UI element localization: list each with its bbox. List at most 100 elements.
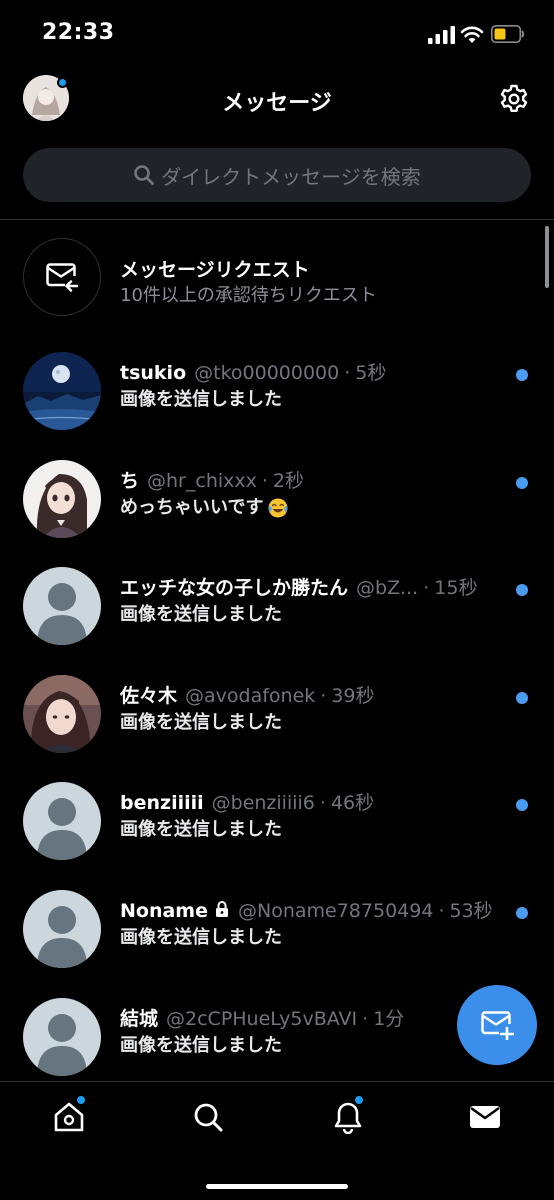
conversation-row[interactable]: tsukio @tko00000000 · 5秒 画像を送信しました bbox=[0, 336, 554, 444]
timestamp: 39秒 bbox=[331, 684, 375, 707]
gear-icon[interactable] bbox=[498, 83, 530, 115]
notification-badge-dot bbox=[354, 1095, 364, 1105]
default-avatar-icon bbox=[23, 782, 101, 861]
mail-request-icon bbox=[46, 263, 79, 292]
conversation-header: 佐々木 @avodafonek · 39秒 bbox=[120, 681, 375, 707]
new-message-icon bbox=[481, 1011, 514, 1040]
separator: · bbox=[319, 792, 326, 815]
timestamp: 1分 bbox=[373, 1007, 405, 1030]
conversation-row[interactable]: benziiiii @benziiiii6 · 46秒 画像を送信しました bbox=[0, 766, 554, 874]
home-indicator bbox=[206, 1184, 348, 1189]
sender-name: tsukio bbox=[120, 362, 187, 384]
photo-avatar bbox=[23, 674, 101, 753]
conversation-header: 結城 @2cCPHueLy5vBAVI · 1分 bbox=[120, 1004, 404, 1030]
sender-name: 結城 bbox=[120, 1007, 159, 1030]
anime-illustration-avatar bbox=[23, 459, 101, 538]
requests-subtitle: 10件以上の承認待ちリクエスト bbox=[120, 285, 377, 306]
separator: · bbox=[344, 362, 351, 384]
avatar[interactable] bbox=[23, 459, 101, 538]
message-preview: 画像を送信しました bbox=[120, 604, 282, 626]
home-badge-dot bbox=[76, 1095, 86, 1105]
home-icon[interactable] bbox=[52, 1100, 86, 1134]
unread-dot bbox=[516, 799, 528, 812]
search-input[interactable]: ダイレクトメッセージを検索 bbox=[23, 148, 531, 202]
separator: · bbox=[320, 684, 327, 707]
message-preview: 画像を送信しました bbox=[120, 926, 282, 948]
lock-icon bbox=[216, 900, 228, 917]
crying-laughing-face-icon bbox=[268, 498, 288, 518]
separator: · bbox=[423, 577, 430, 600]
wifi-icon bbox=[460, 26, 484, 43]
mail-icon[interactable] bbox=[468, 1100, 502, 1134]
page-title: メッセージ bbox=[222, 91, 332, 116]
unread-dot bbox=[516, 369, 528, 381]
conversation-row[interactable]: エッチな女の子しか勝たん @bZ... · 15秒 画像を送信しました bbox=[0, 551, 554, 659]
conversation-header: benziiiii @benziiiii6 · 46秒 bbox=[120, 788, 374, 814]
message-preview: 画像を送信しました bbox=[120, 819, 282, 841]
status-time: 22:33 bbox=[42, 20, 115, 45]
unread-dot bbox=[516, 691, 528, 704]
sender-name: エッチな女の子しか勝たん bbox=[120, 577, 349, 600]
bottom-navigation bbox=[0, 1081, 554, 1200]
sender-handle: @hr_chixxx bbox=[147, 469, 257, 492]
conversation-header: ち @hr_chixxx · 2秒 bbox=[120, 466, 304, 492]
message-preview: 画像を送信しました bbox=[120, 711, 282, 733]
sender-handle: @2cCPHueLy5vBAVI bbox=[166, 1007, 358, 1030]
search-icon bbox=[134, 165, 155, 185]
timestamp: 5秒 bbox=[355, 362, 387, 384]
scrollbar[interactable] bbox=[545, 226, 549, 288]
separator: · bbox=[362, 1007, 369, 1030]
moon-photo-avatar bbox=[23, 352, 101, 430]
default-avatar-icon bbox=[23, 567, 101, 646]
battery-icon bbox=[491, 25, 525, 43]
timestamp: 53秒 bbox=[449, 899, 493, 922]
conversation-header: Noname @Noname78750494 · 53秒 bbox=[120, 896, 493, 922]
sender-handle: @tko00000000 bbox=[194, 362, 340, 384]
avatar[interactable] bbox=[23, 352, 101, 430]
avatar[interactable] bbox=[23, 782, 101, 861]
dm-screen: 22:33 メッセージ ダイレクトメッセージを検索 メッセージリクエスト 10件… bbox=[0, 0, 554, 1200]
header: メッセージ bbox=[0, 70, 554, 146]
compose-message-button[interactable] bbox=[457, 985, 537, 1065]
signal-icon bbox=[428, 26, 455, 44]
message-preview-text: めっちゃいいです bbox=[120, 496, 264, 518]
conversation-row[interactable]: 佐々木 @avodafonek · 39秒 画像を送信しました bbox=[0, 659, 554, 767]
avatar[interactable] bbox=[23, 674, 101, 753]
sender-handle: @bZ... bbox=[356, 577, 419, 600]
timestamp: 2秒 bbox=[272, 469, 305, 492]
unread-dot bbox=[516, 584, 528, 597]
sender-handle: @benziiiii6 bbox=[211, 792, 315, 815]
request-icon-circle bbox=[23, 238, 101, 316]
separator: · bbox=[438, 899, 445, 922]
separator: · bbox=[261, 469, 268, 492]
avatar[interactable] bbox=[23, 997, 101, 1076]
search-placeholder: ダイレクトメッセージを検索 bbox=[161, 164, 421, 189]
default-avatar-icon bbox=[23, 997, 101, 1076]
sender-name: 佐々木 bbox=[120, 684, 178, 707]
bell-icon[interactable] bbox=[331, 1100, 365, 1134]
conversation-header: エッチな女の子しか勝たん @bZ... · 15秒 bbox=[120, 573, 477, 599]
unread-dot bbox=[516, 476, 528, 489]
avatar[interactable] bbox=[23, 567, 101, 646]
timestamp: 46秒 bbox=[330, 792, 375, 815]
message-preview: 画像を送信しました bbox=[120, 1034, 282, 1056]
conversation-list: メッセージリクエスト 10件以上の承認待ちリクエスト tsukio @tko00… bbox=[0, 220, 554, 1089]
avatar[interactable] bbox=[23, 889, 101, 968]
sender-handle: @Noname78750494 bbox=[238, 899, 434, 922]
requests-title: メッセージリクエスト bbox=[120, 259, 310, 281]
timestamp: 15秒 bbox=[434, 577, 478, 600]
search-icon[interactable] bbox=[191, 1100, 225, 1134]
conversation-header: tsukio @tko00000000 · 5秒 bbox=[120, 358, 386, 384]
unread-dot bbox=[516, 906, 528, 919]
sender-handle: @avodafonek bbox=[185, 684, 316, 707]
conversation-row[interactable]: ち @hr_chixxx · 2秒 めっちゃいいです bbox=[0, 444, 554, 552]
conversation-row[interactable]: Noname @Noname78750494 · 53秒 画像を送信しました bbox=[0, 874, 554, 982]
message-requests-row[interactable]: メッセージリクエスト 10件以上の承認待ちリクエスト bbox=[0, 220, 554, 336]
message-preview: めっちゃいいです bbox=[120, 493, 289, 519]
default-avatar-icon bbox=[23, 889, 101, 968]
sender-name: ち bbox=[120, 469, 140, 492]
sender-name: benziiiii bbox=[120, 792, 204, 815]
status-bar: 22:33 bbox=[0, 0, 554, 70]
sender-name: Noname bbox=[120, 899, 208, 922]
message-preview: 画像を送信しました bbox=[120, 389, 282, 410]
